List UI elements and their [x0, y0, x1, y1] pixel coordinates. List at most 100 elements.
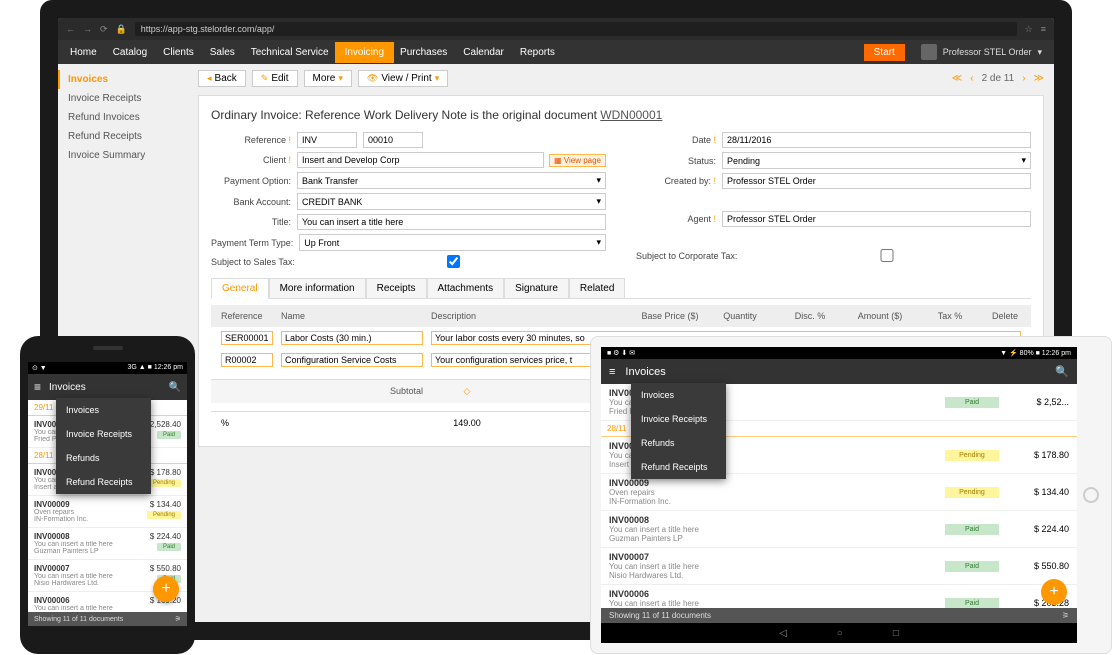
original-doc-link[interactable]: WDN00001 [600, 108, 662, 122]
col-qty: Quantity [705, 309, 775, 323]
bank-select[interactable]: CREDIT BANK▾ [297, 193, 606, 210]
line-ref-input[interactable] [221, 331, 273, 345]
eye-icon: 👁 [367, 73, 378, 84]
sidebar-refund-inv[interactable]: Refund Invoices [58, 108, 188, 127]
edit-button[interactable]: ✎Edit [252, 70, 298, 87]
reload-icon[interactable]: ⟳ [100, 24, 108, 35]
phone-dropdown: Invoices Invoice Receipts Refunds Refund… [56, 398, 151, 494]
forward-icon[interactable]: → [83, 24, 92, 34]
invoice-item[interactable]: INV00008You can insert a title hereGuzma… [601, 511, 1077, 548]
hamburger-icon[interactable]: ≡ [609, 366, 615, 378]
nav-purchases[interactable]: Purchases [400, 47, 447, 58]
chevron-down-icon: ▾ [338, 73, 343, 84]
view-print-button[interactable]: 👁View / Print ▾ [358, 70, 448, 87]
tab-general[interactable]: General [211, 278, 269, 299]
filter-icon[interactable]: ⚞ [175, 615, 181, 623]
view-page-link[interactable]: ▦ View page [549, 154, 606, 167]
phone-footer: Showing 11 of 11 documents⚞ [28, 612, 187, 626]
tab-attachments[interactable]: Attachments [427, 278, 505, 298]
corptax-checkbox[interactable] [743, 249, 1031, 262]
top-nav: Home Catalog Clients Sales Technical Ser… [58, 40, 1054, 64]
fab-add-button[interactable]: + [153, 576, 179, 602]
col-del: Delete [985, 309, 1025, 323]
line-name-input[interactable] [281, 353, 423, 367]
next-page-icon[interactable]: › [1022, 73, 1025, 84]
invoice-item[interactable]: INV00007You can insert a title hereNisio… [601, 548, 1077, 585]
prev-page-icon[interactable]: ‹ [970, 73, 973, 84]
browser-chrome: ← → ⟳ 🔒 https://app-stg.stelorder.com/ap… [58, 18, 1054, 40]
nav-reports[interactable]: Reports [520, 47, 555, 58]
agent-input[interactable] [722, 211, 1031, 227]
tab-more[interactable]: More information [269, 278, 366, 298]
star-icon[interactable]: ☆ [1025, 24, 1033, 35]
more-button[interactable]: More ▾ [304, 70, 352, 87]
date-input[interactable] [722, 132, 1031, 148]
user-menu[interactable]: Professor STEL Order ▾ [921, 44, 1042, 60]
ref-prefix-input[interactable] [297, 132, 357, 148]
phone-header: ≡ Invoices 🔍 [28, 374, 187, 400]
pager-text: 2 de 11 [982, 73, 1015, 84]
sidebar-receipts[interactable]: Invoice Receipts [58, 89, 188, 108]
invoice-item[interactable]: INV00009Oven repairsIN-Formation Inc.$ 1… [28, 496, 187, 528]
pager: ≪ ‹ 2 de 11 › ≫ [952, 73, 1044, 84]
nav-calendar[interactable]: Calendar [463, 47, 504, 58]
dd-invoices[interactable]: Invoices [56, 398, 151, 422]
salestax-checkbox[interactable] [301, 255, 606, 268]
ref-num-input[interactable] [363, 132, 423, 148]
invoice-item[interactable]: INV00006You can insert a title hereTit-T… [601, 585, 1077, 608]
phone-statusbar: ⊙ ▼3G ▲ ■ 12:26 pm [28, 362, 187, 374]
back-icon[interactable]: ◁ [779, 628, 787, 639]
status-select[interactable]: Pending▾ [722, 152, 1031, 169]
title-input[interactable] [297, 214, 606, 230]
dd-invoices[interactable]: Invoices [631, 383, 726, 407]
back-icon[interactable]: ← [66, 24, 75, 34]
invoice-item[interactable]: INV00009Oven repairsIN-Formation Inc.Pen… [601, 474, 1077, 511]
dd-refund-rec[interactable]: Refund Receipts [56, 470, 151, 494]
tab-signature[interactable]: Signature [504, 278, 569, 298]
col-name: Name [277, 309, 427, 323]
dd-receipts[interactable]: Invoice Receipts [56, 422, 151, 446]
payment-option-select[interactable]: Bank Transfer▾ [297, 172, 606, 189]
tablet-header: ≡ Invoices 🔍 [601, 359, 1077, 384]
client-input[interactable] [297, 152, 544, 168]
tablet-screen: ■ ⚙ ⬇ ✉▼ ⚡ 80% ■ 12:26 pm ≡ Invoices 🔍 I… [601, 347, 1077, 643]
search-icon[interactable]: 🔍 [1055, 365, 1069, 378]
sidebar-refund-rec[interactable]: Refund Receipts [58, 127, 188, 146]
nav-sales[interactable]: Sales [210, 47, 235, 58]
dd-refunds[interactable]: Refunds [56, 446, 151, 470]
line-ref-input[interactable] [221, 353, 273, 367]
first-page-icon[interactable]: ≪ [952, 73, 962, 84]
dd-refunds[interactable]: Refunds [631, 431, 726, 455]
chevron-down-icon: ▾ [435, 73, 440, 84]
sidebar-summary[interactable]: Invoice Summary [58, 146, 188, 165]
sidebar-invoices[interactable]: Invoices [58, 70, 188, 89]
nav-technical[interactable]: Technical Service [251, 47, 329, 58]
tab-related[interactable]: Related [569, 278, 625, 298]
tab-receipts[interactable]: Receipts [366, 278, 427, 298]
invoice-item[interactable]: INV00008You can insert a title hereGuzma… [28, 528, 187, 560]
hamburger-icon[interactable]: ≡ [34, 380, 41, 394]
menu-icon[interactable]: ≡ [1041, 24, 1046, 34]
back-button[interactable]: ◂Back [198, 70, 246, 87]
lock-icon: 🔒 [116, 24, 127, 35]
recent-icon[interactable]: □ [893, 628, 899, 639]
nav-clients[interactable]: Clients [163, 47, 194, 58]
filter-icon[interactable]: ⚞ [1062, 611, 1069, 620]
chevron-left-icon: ◂ [207, 73, 212, 84]
payterm-select[interactable]: Up Front▾ [299, 234, 606, 251]
start-button[interactable]: Start [864, 44, 905, 61]
line-name-input[interactable] [281, 331, 423, 345]
detail-tabs: General More information Receipts Attach… [211, 278, 1031, 299]
createdby-input[interactable] [722, 173, 1031, 189]
search-icon[interactable]: 🔍 [169, 382, 181, 393]
nav-home[interactable]: Home [70, 47, 97, 58]
fab-add-button[interactable]: + [1041, 579, 1067, 605]
home-icon[interactable]: ○ [837, 628, 843, 639]
last-page-icon[interactable]: ≫ [1034, 73, 1044, 84]
dd-refund-rec[interactable]: Refund Receipts [631, 455, 726, 479]
dd-receipts[interactable]: Invoice Receipts [631, 407, 726, 431]
nav-catalog[interactable]: Catalog [113, 47, 147, 58]
address-bar[interactable]: https://app-stg.stelorder.com/app/ [135, 22, 1017, 36]
pencil-icon: ✎ [261, 73, 269, 84]
nav-invoicing[interactable]: Invoicing [335, 42, 394, 63]
